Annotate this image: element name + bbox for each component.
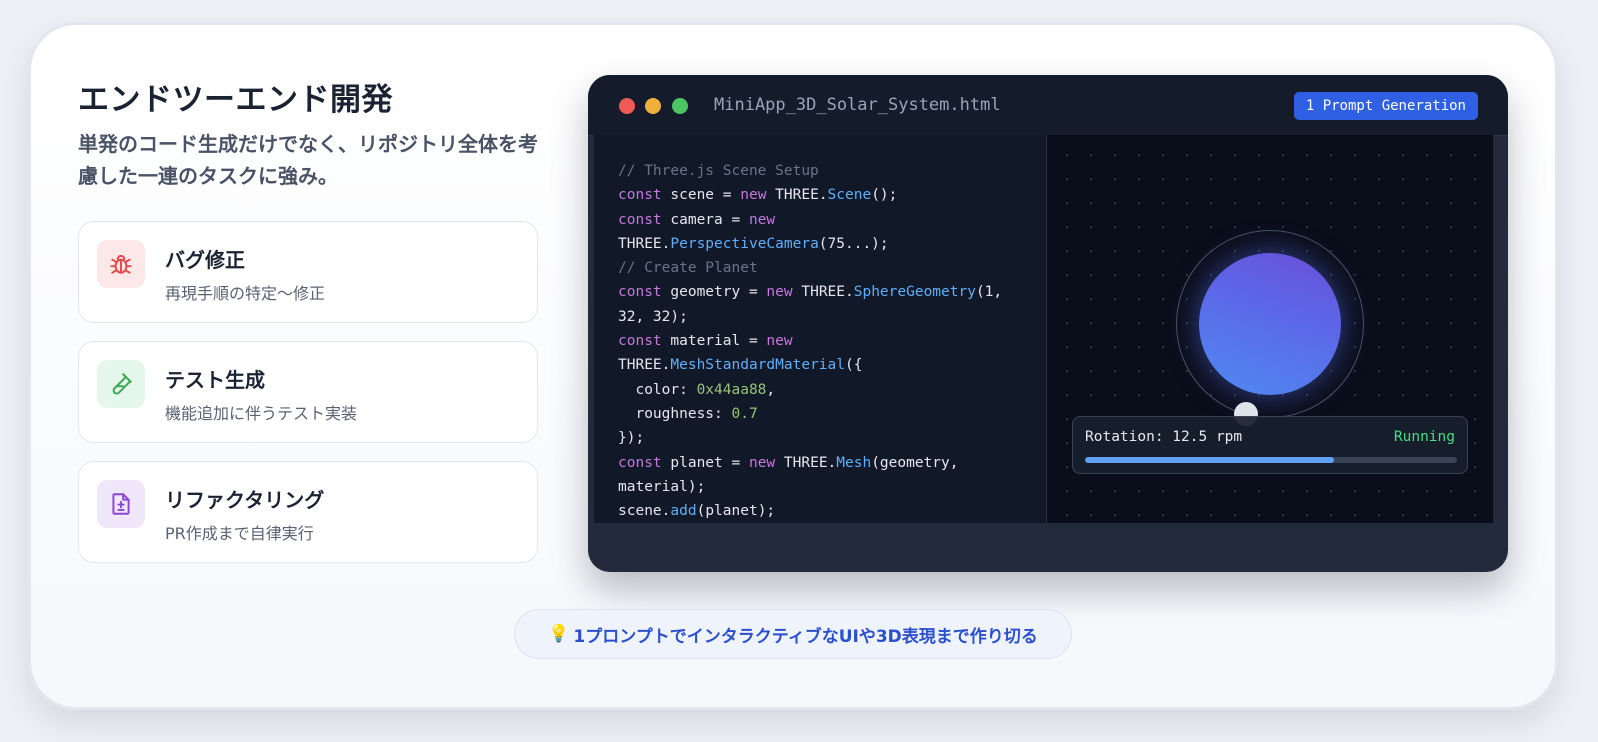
maximize-dot-icon[interactable] [672,98,688,114]
code-line: THREE.MeshStandardMaterial({ [618,357,863,374]
code-line: roughness: 0.7 [618,405,758,422]
code-line: const planet = new THREE.Mesh(geometry, [618,454,959,471]
feature-title: リファクタリング [165,488,325,512]
code-line: THREE.PerspectiveCamera(75...); [618,235,889,252]
feature-card-refactor: リファクタリング PR作成まで自律実行 [78,461,538,563]
page-subtitle: 単発のコード生成だけでなく、リポジトリ全体を考慮した一連のタスクに強み。 [78,132,538,188]
minimize-dot-icon[interactable] [645,98,661,114]
tip-banner: 💡 1プロンプトでインタラクティブなUIや3D表現まで作り切る [514,609,1072,659]
code-block: // Three.js Scene Setup const scene = new… [594,135,1046,523]
feature-desc: PR作成まで自律実行 [165,524,314,543]
test-tube-icon [97,360,145,408]
feature-card-bugfix: バグ修正 再現手順の特定〜修正 [78,221,538,323]
planet-sphere [1199,253,1341,395]
code-line: const geometry = new THREE.SphereGeometr… [618,284,1003,301]
bug-icon [97,240,145,288]
code-line: }); [618,430,645,447]
rotation-progress-fill [1085,457,1335,463]
3d-preview[interactable]: Rotation: 12.5 rpm Running [1047,135,1493,523]
rotation-label: Rotation: 12.5 rpm [1085,429,1243,445]
feature-desc: 機能追加に伴うテスト実装 [165,404,358,423]
code-line: const material = new [618,333,793,350]
code-line: const scene = new THREE.Scene(); [618,187,898,204]
generation-badge: 1 Prompt Generation [1293,92,1478,120]
code-line: color: 0x44aa88, [618,381,776,398]
code-line: // Three.js Scene Setup [618,163,819,179]
code-line: 32, 32); [618,308,688,325]
feature-title: バグ修正 [165,248,245,272]
code-line: scene.add(planet); [618,503,776,520]
page-title: エンドツーエンド開発 [78,82,393,118]
feature-card-test: テスト生成 機能追加に伴うテスト実装 [78,341,538,443]
feature-desc: 再現手順の特定〜修正 [165,284,326,303]
rotation-panel: Rotation: 12.5 rpm Running [1072,416,1468,474]
lightbulb-icon: 💡 [548,624,570,644]
status-label: Running [1393,429,1455,445]
file-diff-icon [97,480,145,528]
rotation-progress-track [1085,457,1457,463]
window-titlebar: MiniApp_3D_Solar_System.html 1 Prompt Ge… [588,75,1508,136]
code-window: MiniApp_3D_Solar_System.html 1 Prompt Ge… [588,75,1508,572]
code-line: material); [618,478,706,495]
code-line: const camera = new [618,211,776,228]
window-filename: MiniApp_3D_Solar_System.html [714,95,1001,115]
code-editor[interactable]: // Three.js Scene Setup const scene = new… [594,135,1047,523]
close-dot-icon[interactable] [619,98,635,114]
code-line: // Create Planet [618,260,758,277]
feature-title: テスト生成 [165,368,265,392]
tip-text: 1プロンプトでインタラクティブなUIや3D表現まで作り切る [573,626,1038,647]
